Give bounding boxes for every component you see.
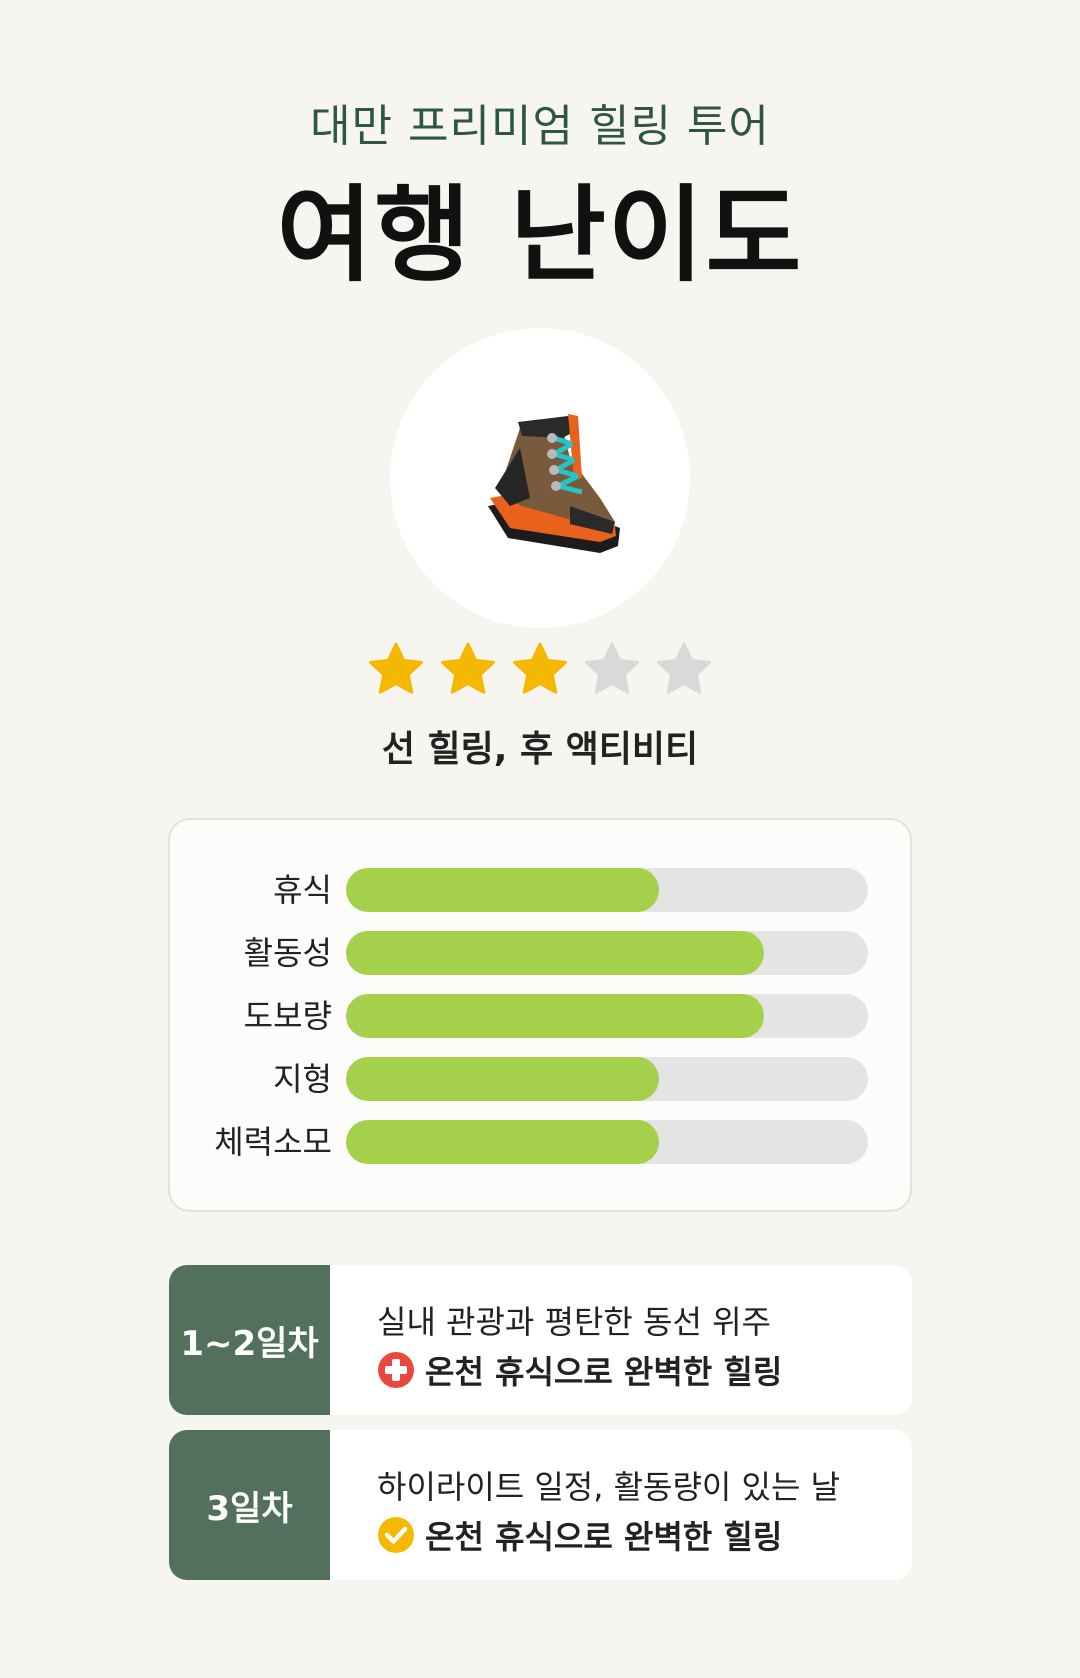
meter-row: 도보량 xyxy=(170,994,914,1038)
subtitle: 대만 프리미엄 힐링 투어 xyxy=(310,101,770,152)
meter-label: 체력소모 xyxy=(214,1123,332,1161)
meter-fill xyxy=(346,1120,660,1164)
meter-label: 도보량 xyxy=(243,997,332,1035)
difficulty-meter-card: 휴식활동성도보량지형체력소모 xyxy=(168,818,912,1212)
meter-track xyxy=(346,931,868,975)
meter-row: 지형 xyxy=(170,1057,914,1101)
meter-row: 휴식 xyxy=(170,868,914,912)
check-circle-icon xyxy=(377,1516,415,1554)
meter-label: 지형 xyxy=(273,1060,332,1098)
star-filled-icon xyxy=(366,640,426,698)
day-card: 3일차 하이라이트 일정, 활동량이 있는 날온천 휴식으로 완벽한 힐링 xyxy=(169,1430,912,1580)
day-description: 실내 관광과 평탄한 동선 위주 xyxy=(377,1303,771,1341)
meter-fill xyxy=(346,931,764,975)
difficulty-stars xyxy=(0,640,1080,698)
meter-track xyxy=(346,868,868,912)
page-title: 여행 난이도 xyxy=(276,174,804,296)
day-card: 1~2일차 실내 관광과 평탄한 동선 위주온천 휴식으로 완벽한 힐링 xyxy=(169,1265,912,1415)
meter-track xyxy=(346,1057,868,1101)
meter-row: 체력소모 xyxy=(170,1120,914,1164)
meter-label: 휴식 xyxy=(273,871,332,909)
day-highlight-text: 온천 휴식으로 완벽한 힐링 xyxy=(425,1353,783,1391)
red-cross-icon xyxy=(377,1351,415,1389)
hero-icon-circle xyxy=(390,328,690,628)
star-empty-icon xyxy=(582,640,642,698)
day-highlight-text: 온천 휴식으로 완벽한 힐링 xyxy=(425,1518,783,1556)
star-filled-icon xyxy=(510,640,570,698)
tagline: 선 힐링, 후 액티비티 xyxy=(381,729,699,770)
meter-row: 활동성 xyxy=(170,931,914,975)
meter-fill xyxy=(346,994,764,1038)
meter-track xyxy=(346,994,868,1038)
day-description: 하이라이트 일정, 활동량이 있는 날 xyxy=(377,1468,841,1506)
meter-fill xyxy=(346,1057,660,1101)
meter-label: 활동성 xyxy=(243,934,332,972)
day-highlight: 온천 휴식으로 완벽한 힐링 xyxy=(377,1512,782,1558)
meter-fill xyxy=(346,868,660,912)
star-filled-icon xyxy=(438,640,498,698)
day-highlight: 온천 휴식으로 완벽한 힐링 xyxy=(377,1347,782,1393)
star-empty-icon xyxy=(654,640,714,698)
meter-track xyxy=(346,1120,868,1164)
day-badge: 3일차 xyxy=(169,1430,330,1580)
day-badge: 1~2일차 xyxy=(169,1265,330,1415)
hiking-boot-icon xyxy=(488,414,620,553)
